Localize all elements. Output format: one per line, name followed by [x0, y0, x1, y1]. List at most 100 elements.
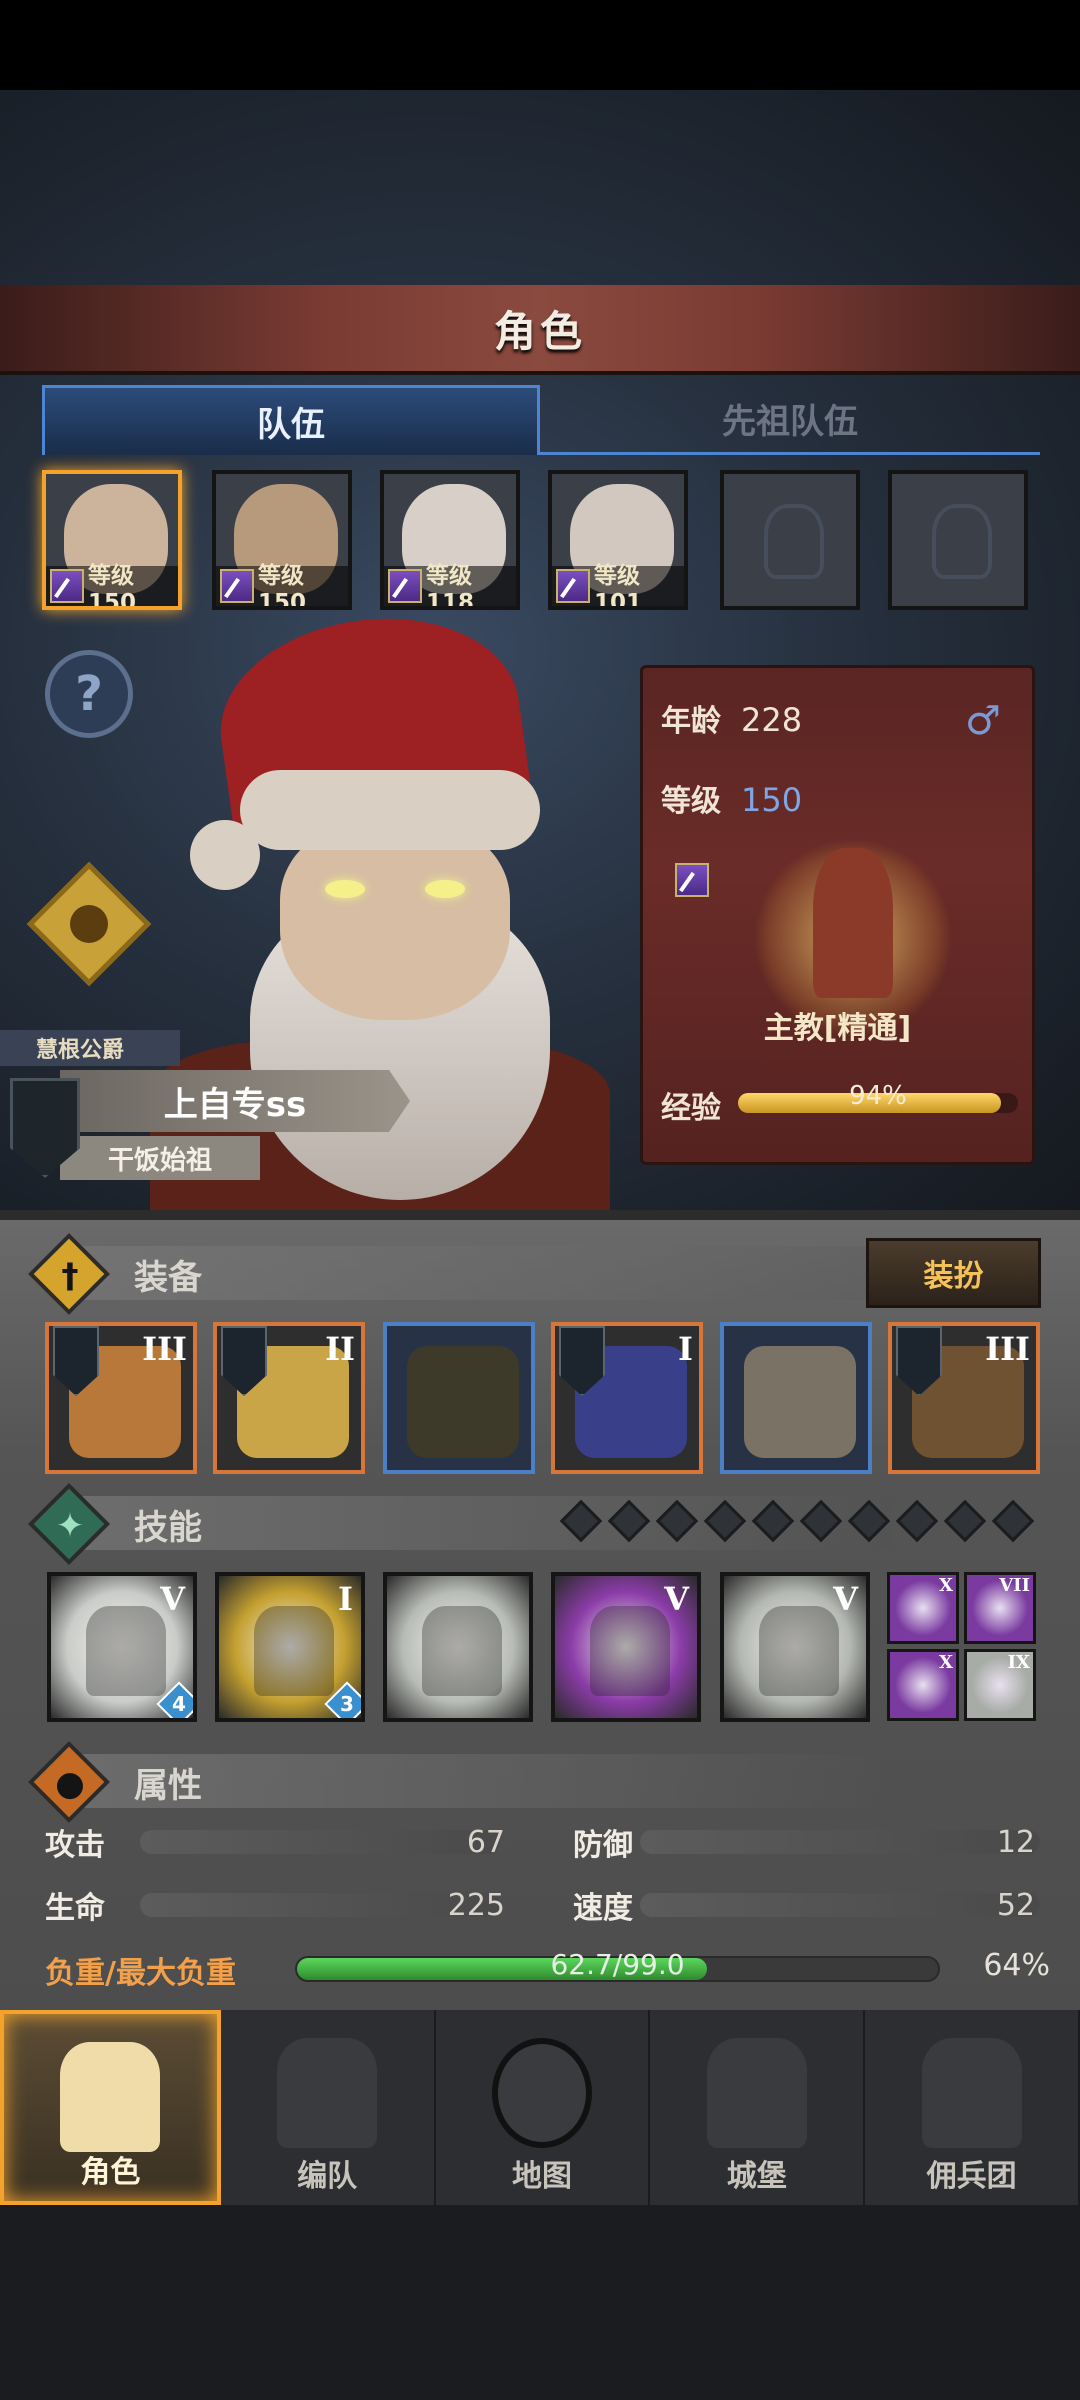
hat-pompom	[190, 820, 260, 890]
skill-slot[interactable]: V	[551, 1572, 701, 1722]
equipment-slot[interactable]: III	[45, 1322, 197, 1474]
nav-label: 角色	[80, 2155, 141, 2190]
system-nav-area	[0, 2205, 1080, 2400]
helmet-icon	[277, 2038, 378, 2148]
nav-label: 佣兵团	[926, 2159, 1017, 2194]
team-portrait[interactable]: 等级150	[212, 470, 352, 610]
nav-label: 城堡	[726, 2159, 787, 2194]
nav-item-helmet[interactable]: 编队	[221, 2010, 436, 2205]
skill-count: 4	[172, 1692, 186, 1716]
team-portrait[interactable]: 等级101	[548, 470, 688, 610]
cross-icon: †	[27, 1232, 111, 1316]
help-button[interactable]: ?	[45, 650, 133, 738]
hero-rank: 慧根公爵	[0, 1030, 180, 1066]
skill-slot[interactable]	[383, 1572, 533, 1722]
level-label: 等级	[661, 784, 721, 819]
hero-info-card: 年龄 228 ♂ 等级 150 主教[精通] 经验 94%	[640, 665, 1035, 1165]
team-portrait[interactable]: 等级118	[380, 470, 520, 610]
potion-icon	[62, 897, 116, 951]
attack-row: 攻击	[45, 1820, 105, 1864]
equipment-title: 装备	[134, 1257, 202, 1298]
skill-tier: I	[338, 1580, 353, 1618]
speed-label: 速度	[573, 1891, 633, 1926]
castle-icon	[706, 2038, 807, 2148]
hero-name[interactable]: 上自专ss	[60, 1070, 410, 1132]
speed-value: 52	[996, 1887, 1035, 1923]
portrait-level: 等级150	[46, 563, 178, 606]
bishop-class-figure[interactable]	[813, 848, 893, 998]
skill-count: 3	[340, 1692, 354, 1716]
tab-ancestor-team[interactable]: 先祖队伍	[540, 385, 1040, 455]
speed-row: 速度	[573, 1883, 633, 1927]
age-row: 年龄 228	[661, 696, 802, 740]
equipment-tier: II	[325, 1330, 355, 1368]
equipment-slot[interactable]	[383, 1322, 535, 1474]
mini-skill-tier: IX	[1007, 1652, 1030, 1673]
attack-label: 攻击	[45, 1828, 105, 1863]
team-portrait[interactable]	[888, 470, 1028, 610]
skill-slot[interactable]: I3	[215, 1572, 365, 1722]
defense-row: 防御	[573, 1820, 633, 1864]
hero-title: 干饭始祖	[60, 1136, 260, 1180]
hero-nameplate: 上自专ss 干饭始祖	[0, 1070, 420, 1190]
nav-item-compass[interactable]: 地图	[436, 2010, 651, 2205]
defense-label: 防御	[573, 1828, 633, 1863]
skill-tier: V	[664, 1580, 689, 1618]
dress-up-button[interactable]: 装扮	[866, 1238, 1041, 1308]
equipment-section-header: † 装备	[27, 1232, 202, 1316]
hp-label: 生命	[45, 1891, 105, 1926]
skill-icon	[86, 1606, 166, 1696]
skills-section-header: ✦ 技能	[27, 1482, 202, 1566]
load-value: 62.7/99.0	[550, 1948, 685, 1981]
page-title: 角色	[493, 306, 586, 356]
equipment-tier: III	[142, 1330, 187, 1368]
class-name: 主教[精通]	[763, 1011, 912, 1046]
portrait-level-text: 等级150	[88, 563, 137, 610]
banner-icon	[921, 2038, 1022, 2148]
equipment-slot[interactable]	[720, 1322, 872, 1474]
nav-label: 地图	[511, 2159, 572, 2194]
hat-brim	[240, 770, 540, 850]
exp-label: 经验	[661, 1091, 721, 1126]
class-badge-icon	[556, 569, 590, 603]
mini-skill-slot[interactable]: IX	[964, 1649, 1036, 1721]
level-value: 150	[741, 781, 803, 819]
equipment-slot[interactable]: III	[888, 1322, 1040, 1474]
nav-item-knight[interactable]: 角色	[0, 2010, 221, 2205]
class-badge-icon	[388, 569, 422, 603]
attributes-section-header: ● 属性	[27, 1740, 202, 1824]
nav-item-banner[interactable]: 佣兵团	[865, 2010, 1080, 2205]
page-title-banner: 角色	[0, 285, 1080, 375]
skill-slot[interactable]: V4	[47, 1572, 197, 1722]
skill-slot[interactable]: V	[720, 1572, 870, 1722]
skill-icon	[590, 1606, 670, 1696]
nav-label: 编队	[297, 2159, 358, 2194]
hero-face	[280, 820, 510, 1020]
exp-percent: 94%	[849, 1081, 907, 1111]
mini-skill-slot[interactable]: X	[887, 1572, 959, 1644]
skill-gem-icon	[895, 1499, 939, 1543]
star-icon: ✦	[27, 1482, 111, 1566]
defense-value: 12	[996, 1824, 1035, 1860]
team-portrait[interactable]: 等级150	[42, 470, 182, 610]
portrait-level-text: 等级118	[426, 563, 475, 610]
skill-gem-icon	[655, 1499, 699, 1543]
hp-row: 生命	[45, 1883, 105, 1927]
skill-icon	[759, 1606, 839, 1696]
bottom-navigation: 角色 编队 地图 城堡 佣兵团	[0, 2010, 1080, 2205]
level-row: 等级 150	[661, 776, 802, 820]
team-portrait[interactable]	[720, 470, 860, 610]
person-icon: ●	[27, 1740, 111, 1824]
equipment-slot[interactable]: II	[213, 1322, 365, 1474]
attributes-title: 属性	[134, 1765, 202, 1806]
tab-team[interactable]: 队伍	[42, 385, 540, 455]
equipment-slot[interactable]: I	[551, 1322, 703, 1474]
hero-eye-right	[425, 880, 465, 898]
skill-icon	[254, 1606, 334, 1696]
knight-icon	[60, 2042, 161, 2152]
age-value: 228	[741, 701, 803, 739]
load-label: 负重/最大负重	[45, 1956, 236, 1991]
mini-skill-slot[interactable]: X	[887, 1649, 959, 1721]
nav-item-castle[interactable]: 城堡	[650, 2010, 866, 2205]
mini-skill-slot[interactable]: VII	[964, 1572, 1036, 1644]
